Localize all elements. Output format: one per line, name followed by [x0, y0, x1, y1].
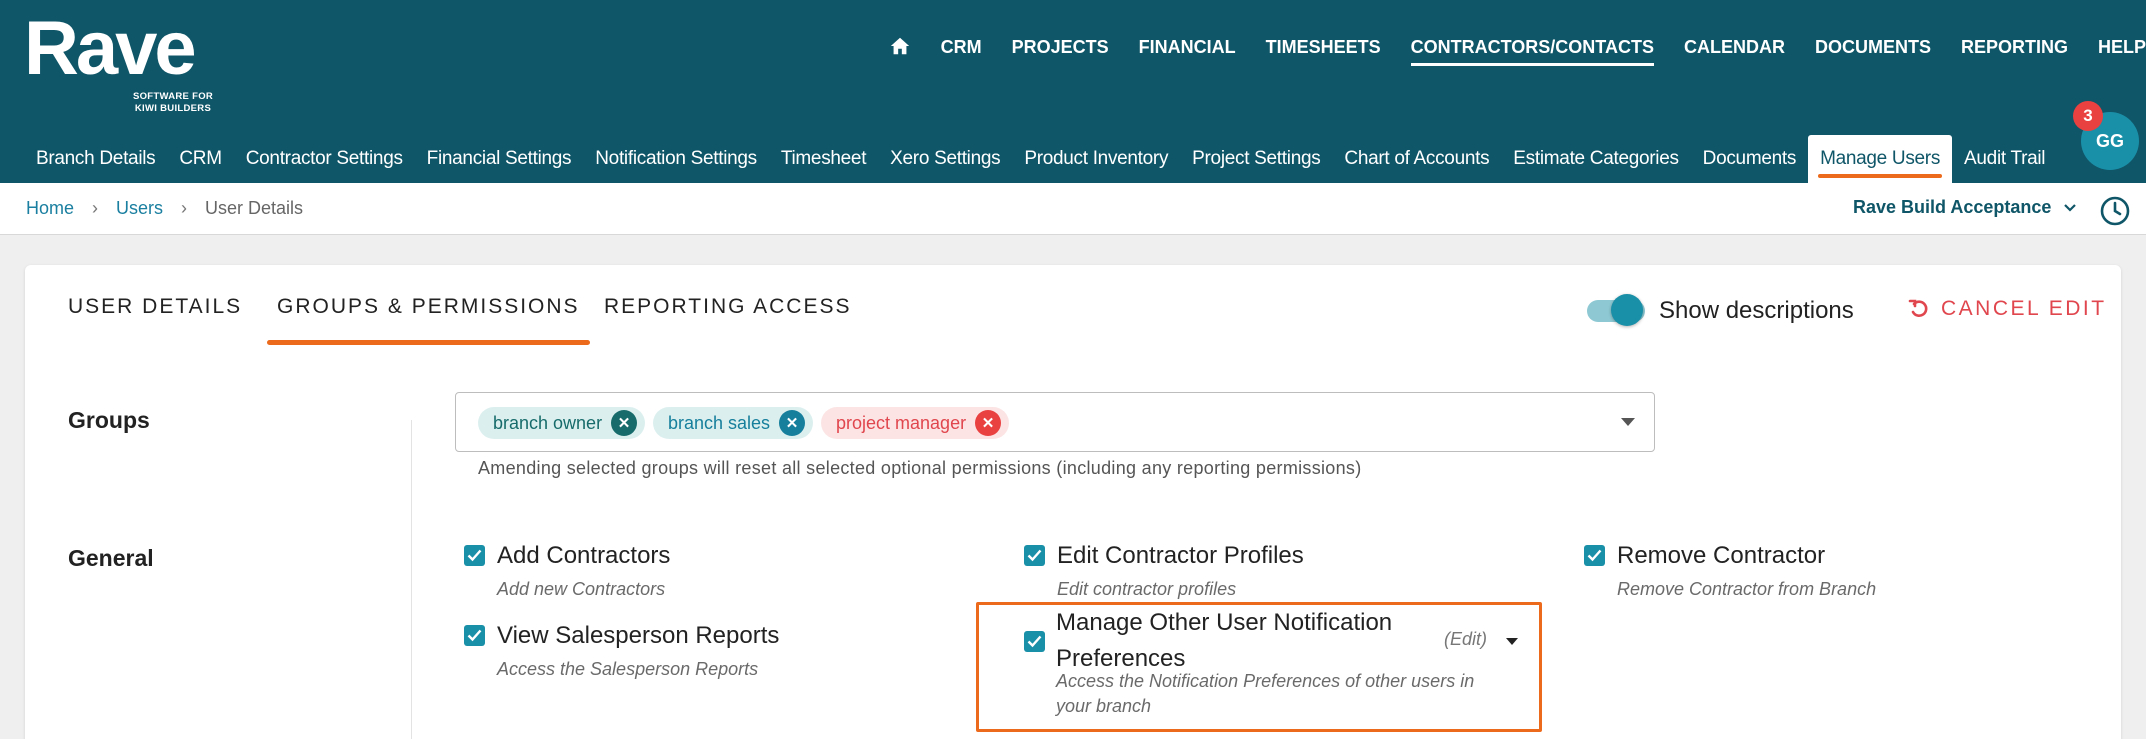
subnav-branch-details[interactable]: Branch Details: [24, 135, 167, 183]
tab-reporting-access[interactable]: REPORTING ACCESS: [604, 295, 852, 319]
subnav-timesheet[interactable]: Timesheet: [769, 135, 878, 183]
permission-description: Add new Contractors: [497, 579, 666, 599]
undo-icon: [1908, 299, 1928, 317]
cancel-edit-label: CANCEL EDIT: [1941, 297, 2107, 320]
breadcrumb-current: User Details: [205, 198, 304, 218]
subnav-estimate-categories[interactable]: Estimate Categories: [1501, 135, 1690, 183]
subnav-manage-users[interactable]: Manage Users: [1808, 135, 1953, 183]
topnav-home[interactable]: [889, 35, 911, 66]
topnav-calendar[interactable]: CALENDAR: [1684, 36, 1785, 64]
permission-description: Edit contractor profiles: [1057, 579, 1237, 599]
branch-selector-value: Rave Build Acceptance: [1853, 197, 2052, 217]
active-tab-indicator: [267, 340, 590, 345]
group-chip-project-manager: project manager ✕: [821, 407, 1010, 439]
breadcrumb-bar: Home › Users › User Details Rave Build A…: [0, 183, 2146, 235]
permission-title: Remove Contractor: [1617, 542, 1826, 569]
settings-subnav: Branch Details CRM Contractor Settings F…: [24, 135, 2057, 183]
check-icon: [1027, 549, 1042, 562]
subnav-contractor-settings[interactable]: Contractor Settings: [234, 135, 415, 183]
group-chip-branch-sales: branch sales ✕: [653, 407, 814, 439]
permission-description: Access the Salesperson Reports: [497, 659, 759, 679]
tab-user-details[interactable]: USER DETAILS: [68, 295, 242, 319]
group-chip-branch-owner: branch owner ✕: [478, 407, 646, 439]
topnav-financial[interactable]: FINANCIAL: [1139, 36, 1236, 64]
chevron-right-icon: ›: [92, 198, 99, 218]
subnav-project-settings[interactable]: Project Settings: [1180, 135, 1332, 183]
topnav-crm[interactable]: CRM: [941, 36, 982, 64]
check-icon: [467, 549, 482, 562]
permission-description: Remove Contractor from Branch: [1617, 579, 1877, 599]
check-icon: [467, 629, 482, 642]
chevron-down-icon: [2064, 203, 2077, 212]
subnav-product-inventory[interactable]: Product Inventory: [1012, 135, 1180, 183]
home-icon: [890, 37, 909, 54]
groups-hint: Amending selected groups will reset all …: [478, 458, 1362, 478]
topnav-help[interactable]: HELP: [2098, 36, 2146, 64]
top-navigation: CRM PROJECTS FINANCIAL TIMESHEETS CONTRA…: [859, 35, 2146, 66]
chevron-right-icon: ›: [181, 198, 188, 218]
clock-icon[interactable]: [2099, 195, 2131, 227]
user-details-card: USER DETAILS GROUPS & PERMISSIONS REPORT…: [25, 265, 2121, 739]
permission-title: Edit Contractor Profiles: [1057, 542, 1304, 569]
groups-label: Groups: [68, 407, 150, 433]
show-descriptions-label: Show descriptions: [1659, 297, 1854, 324]
check-icon: [1027, 635, 1042, 648]
remove-chip-icon[interactable]: ✕: [975, 410, 1002, 436]
caret-down-icon[interactable]: [1620, 417, 1636, 427]
cancel-edit-button[interactable]: CANCEL EDIT: [1907, 297, 2107, 321]
permission-description: Access the Notification Preferences of o…: [1056, 671, 1475, 716]
caret-down-icon[interactable]: [1505, 637, 1519, 646]
subnav-crm[interactable]: CRM: [167, 135, 233, 183]
permission-title: Add Contractors: [497, 542, 671, 569]
subnav-chart-of-accounts[interactable]: Chart of Accounts: [1332, 135, 1501, 183]
subnav-xero-settings[interactable]: Xero Settings: [878, 135, 1012, 183]
group-chip-label: project manager: [836, 412, 967, 433]
breadcrumb-users[interactable]: Users: [116, 198, 163, 219]
topnav-documents[interactable]: DOCUMENTS: [1815, 36, 1931, 64]
permission-checkbox[interactable]: [1024, 631, 1045, 652]
permission-edit-link[interactable]: (Edit): [1444, 629, 1487, 650]
permission-checkbox[interactable]: [1584, 545, 1605, 566]
breadcrumb-home[interactable]: Home: [26, 198, 74, 219]
permission-checkbox[interactable]: [464, 545, 485, 566]
section-divider: [411, 420, 412, 739]
breadcrumb: Home › Users › User Details: [26, 198, 303, 219]
logo-tagline: SOFTWARE FOR KIWI BUILDERS: [132, 91, 214, 114]
permission-title: View Salesperson Reports: [497, 622, 780, 649]
subnav-audit-trail[interactable]: Audit Trail: [1952, 135, 2057, 183]
toggle-knob[interactable]: [1611, 294, 1643, 326]
logo-wordmark: Rave: [24, 6, 197, 91]
topnav-projects[interactable]: PROJECTS: [1012, 36, 1109, 64]
group-chip-label: branch sales: [668, 412, 771, 433]
subnav-financial-settings[interactable]: Financial Settings: [415, 135, 584, 183]
app-header: Rave SOFTWARE FOR KIWI BUILDERS CRM PROJ…: [0, 0, 2146, 183]
permission-title: Manage Other User Notification Preferenc…: [1056, 609, 1393, 672]
subnav-documents[interactable]: Documents: [1691, 135, 1808, 183]
permission-checkbox[interactable]: [1024, 545, 1045, 566]
topnav-timesheets[interactable]: TIMESHEETS: [1266, 36, 1381, 64]
check-icon: [1587, 549, 1602, 562]
topnav-reporting[interactable]: REPORTING: [1961, 36, 2068, 64]
tab-groups-permissions[interactable]: GROUPS & PERMISSIONS: [277, 295, 580, 319]
subnav-notification-settings[interactable]: Notification Settings: [583, 135, 769, 183]
remove-chip-icon[interactable]: ✕: [779, 410, 806, 436]
groups-multiselect[interactable]: branch owner ✕ branch sales ✕ project ma…: [455, 392, 1655, 452]
group-chip-label: branch owner: [493, 412, 603, 433]
general-label: General: [68, 545, 154, 571]
branch-selector[interactable]: Rave Build Acceptance: [1853, 197, 2077, 218]
topnav-contractors-contacts[interactable]: CONTRACTORS/CONTACTS: [1410, 36, 1655, 66]
remove-chip-icon[interactable]: ✕: [611, 410, 638, 436]
rave-logo[interactable]: Rave SOFTWARE FOR KIWI BUILDERS: [24, 6, 213, 115]
notification-badge[interactable]: 3: [2073, 101, 2103, 131]
permission-checkbox[interactable]: [464, 625, 485, 646]
